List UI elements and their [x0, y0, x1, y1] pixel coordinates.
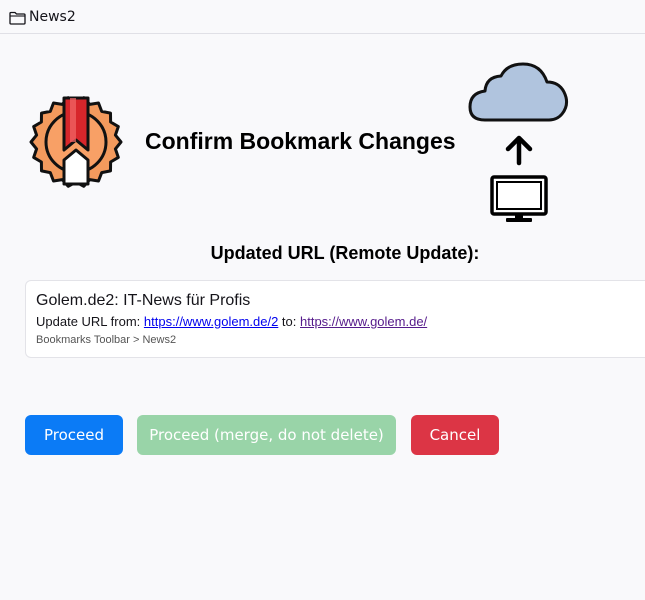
update-prefix: Update URL from:	[36, 314, 144, 329]
folder-label: News2	[29, 9, 76, 25]
proceed-merge-button[interactable]: Proceed (merge, do not delete)	[137, 415, 396, 455]
bookmark-update-line: Update URL from: https://www.golem.de/2 …	[36, 314, 427, 329]
bookmark-badge-logo	[29, 96, 123, 188]
dialog-title: Confirm Bookmark Changes	[145, 128, 456, 154]
bookmark-title: Golem.de2: IT-News für Profis	[36, 292, 251, 309]
top-bar: News2	[0, 0, 645, 34]
new-url-link[interactable]: https://www.golem.de/	[300, 314, 427, 329]
folder-icon	[9, 11, 26, 25]
bookmark-change-card: Golem.de2: IT-News für Profis Update URL…	[25, 280, 645, 358]
old-url-link[interactable]: https://www.golem.de/2	[144, 314, 278, 329]
monitor-icon	[490, 175, 548, 222]
proceed-button[interactable]: Proceed	[25, 415, 123, 455]
update-middle: to:	[278, 314, 300, 329]
bookmark-path: Bookmarks Toolbar > News2	[36, 334, 177, 346]
cloud-icon	[468, 62, 569, 122]
arrow-up-icon	[505, 135, 533, 166]
section-heading: Updated URL (Remote Update):	[210, 243, 480, 263]
cancel-button[interactable]: Cancel	[411, 415, 499, 455]
